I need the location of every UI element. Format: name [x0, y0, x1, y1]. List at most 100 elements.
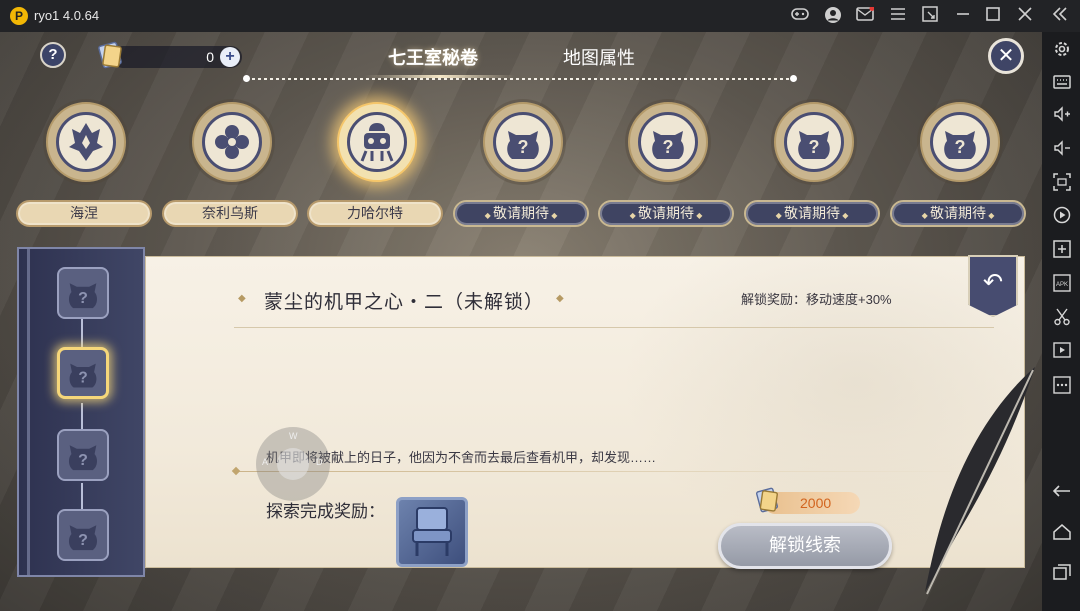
media-icon[interactable]: [1051, 342, 1073, 364]
clue-title: 蒙尘的机甲之心・二（未解锁）: [264, 292, 545, 313]
minimize-icon[interactable]: [953, 6, 973, 26]
king-medal: [46, 102, 126, 182]
king-card-7-locked[interactable]: ? ◆ 敬请期待 ◆: [890, 102, 1026, 228]
gamepad-icon[interactable]: [790, 6, 810, 26]
emulator-titlebar: P ryo1 4.0.64: [0, 0, 1080, 32]
recent-apps-icon[interactable]: [1051, 564, 1073, 586]
king-medal: [192, 102, 272, 182]
king-name-label: ◆ 敬请期待 ◆: [744, 200, 880, 227]
svg-text:?: ?: [809, 137, 820, 157]
king-card-6-locked[interactable]: ? ◆ 敬请期待 ◆: [744, 102, 880, 228]
close-button[interactable]: ✕: [988, 38, 1024, 74]
account-icon[interactable]: [823, 6, 843, 26]
app-logo: P: [10, 7, 28, 25]
mail-icon[interactable]: [855, 6, 875, 26]
king-medal: [337, 102, 417, 182]
title-ornament-icon: ◆: [556, 293, 564, 304]
king-name-label: 奈利乌斯: [162, 200, 298, 227]
tab-divider-line: [246, 78, 794, 80]
king-card-5-locked[interactable]: ? ◆ 敬请期待 ◆: [598, 102, 734, 228]
king-card-2[interactable]: 奈利乌斯: [162, 102, 298, 228]
help-button[interactable]: ?: [40, 42, 66, 68]
add-icon[interactable]: [1051, 240, 1073, 262]
king-card-1[interactable]: 海涅: [16, 102, 152, 228]
king-name-label: 海涅: [16, 200, 152, 227]
tab-seven-kings-secret-scroll[interactable]: 七王室秘卷: [388, 44, 478, 70]
keyboard-icon[interactable]: [1051, 73, 1073, 95]
divider-dot: [790, 75, 797, 82]
king-name-label: ◆ 敬请期待 ◆: [890, 200, 1026, 227]
window-resize-icon[interactable]: [920, 6, 940, 26]
king-card-3-selected[interactable]: 力哈尔特: [307, 102, 443, 228]
mech-emblem-icon: [360, 123, 394, 162]
title-ornament-icon: ◆: [238, 293, 246, 304]
title-divider: [234, 327, 994, 328]
window-title: ryo1 4.0.64: [34, 8, 100, 23]
cut-icon[interactable]: [1051, 308, 1073, 330]
king-medal: ?: [774, 102, 854, 182]
record-icon[interactable]: [1051, 206, 1073, 228]
return-button[interactable]: ↶: [968, 255, 1018, 317]
screenshot-icon[interactable]: [1051, 173, 1073, 195]
unlock-clue-button[interactable]: 解锁线索: [718, 523, 892, 569]
king-name-label: ◆ 敬请期待 ◆: [453, 200, 589, 227]
svg-text:?: ?: [518, 137, 529, 157]
clue-panel: ◆ 蒙尘的机甲之心・二（未解锁） ◆ 解锁奖励：移动速度+30% 机甲即将被献上…: [145, 255, 1025, 569]
home-icon[interactable]: [1051, 524, 1073, 546]
close-icon[interactable]: [1015, 6, 1035, 26]
locked-question-icon: ?: [798, 131, 830, 159]
flower-emblem-icon: [215, 125, 249, 159]
locked-question-icon: ?: [68, 525, 98, 551]
reward-item-chair-icon[interactable]: [396, 497, 468, 567]
cost-value: 2000: [800, 495, 832, 511]
divider-dot: [243, 75, 250, 82]
menu-icon[interactable]: [888, 6, 908, 26]
collapse-sidebar-icon[interactable]: [1050, 6, 1070, 26]
back-icon[interactable]: [1051, 482, 1073, 504]
maximize-icon[interactable]: [983, 6, 1003, 26]
description-divider: [236, 471, 971, 472]
add-currency-button[interactable]: +: [220, 47, 240, 67]
game-viewport: ? 0 + 七王室秘卷 地图属性 ✕ 海涅 奈利乌斯 力哈尔特 ? ◆ 敬请期待…: [0, 32, 1042, 611]
joystick-knob[interactable]: [277, 448, 309, 480]
chapter-list: ? ? ? ?: [17, 247, 145, 577]
locked-question-icon: ?: [944, 131, 976, 159]
king-name-label: ◆ 敬请期待 ◆: [598, 200, 734, 227]
king-medal: ?: [920, 102, 1000, 182]
tab-map-attributes[interactable]: 地图属性: [563, 44, 635, 70]
unlock-cost: 2000: [756, 487, 860, 514]
explore-reward-label: 探索完成奖励：: [266, 502, 385, 521]
apk-icon[interactable]: APK: [1051, 274, 1073, 296]
locked-question-icon: ?: [652, 131, 684, 159]
king-medal: ?: [483, 102, 563, 182]
svg-text:?: ?: [78, 290, 88, 307]
chapter-node-locked[interactable]: ?: [57, 509, 109, 561]
volume-up-icon[interactable]: [1051, 106, 1073, 128]
king-card-4-locked[interactable]: ? ◆ 敬请期待 ◆: [453, 102, 589, 228]
scroll-currency-icon: [98, 41, 122, 69]
settings-icon[interactable]: [1051, 40, 1073, 62]
locked-question-icon: ?: [68, 283, 98, 309]
svg-text:?: ?: [663, 137, 674, 157]
chapter-node-locked[interactable]: ?: [57, 267, 109, 319]
locked-question-icon: ?: [507, 131, 539, 159]
svg-text:?: ?: [78, 532, 88, 549]
helmet-emblem-icon: [69, 123, 103, 161]
chapter-node-locked[interactable]: ?: [57, 429, 109, 481]
more-icon[interactable]: [1051, 376, 1073, 398]
currency-value: 0: [206, 49, 214, 65]
svg-text:?: ?: [955, 137, 966, 157]
locked-question-icon: ?: [68, 445, 98, 471]
svg-text:APK: APK: [1056, 282, 1068, 288]
chapter-connector: [81, 483, 83, 509]
king-medal: ?: [628, 102, 708, 182]
virtual-joystick[interactable]: W A D: [256, 427, 330, 501]
locked-question-icon: ?: [69, 363, 97, 388]
currency-counter: 0 +: [98, 41, 242, 69]
chapter-connector: [81, 403, 83, 429]
king-name-label: 力哈尔特: [307, 200, 443, 227]
scroll-currency-icon: [756, 487, 778, 513]
svg-text:?: ?: [78, 369, 87, 386]
volume-down-icon[interactable]: [1051, 140, 1073, 162]
chapter-node-selected[interactable]: ?: [57, 347, 109, 399]
